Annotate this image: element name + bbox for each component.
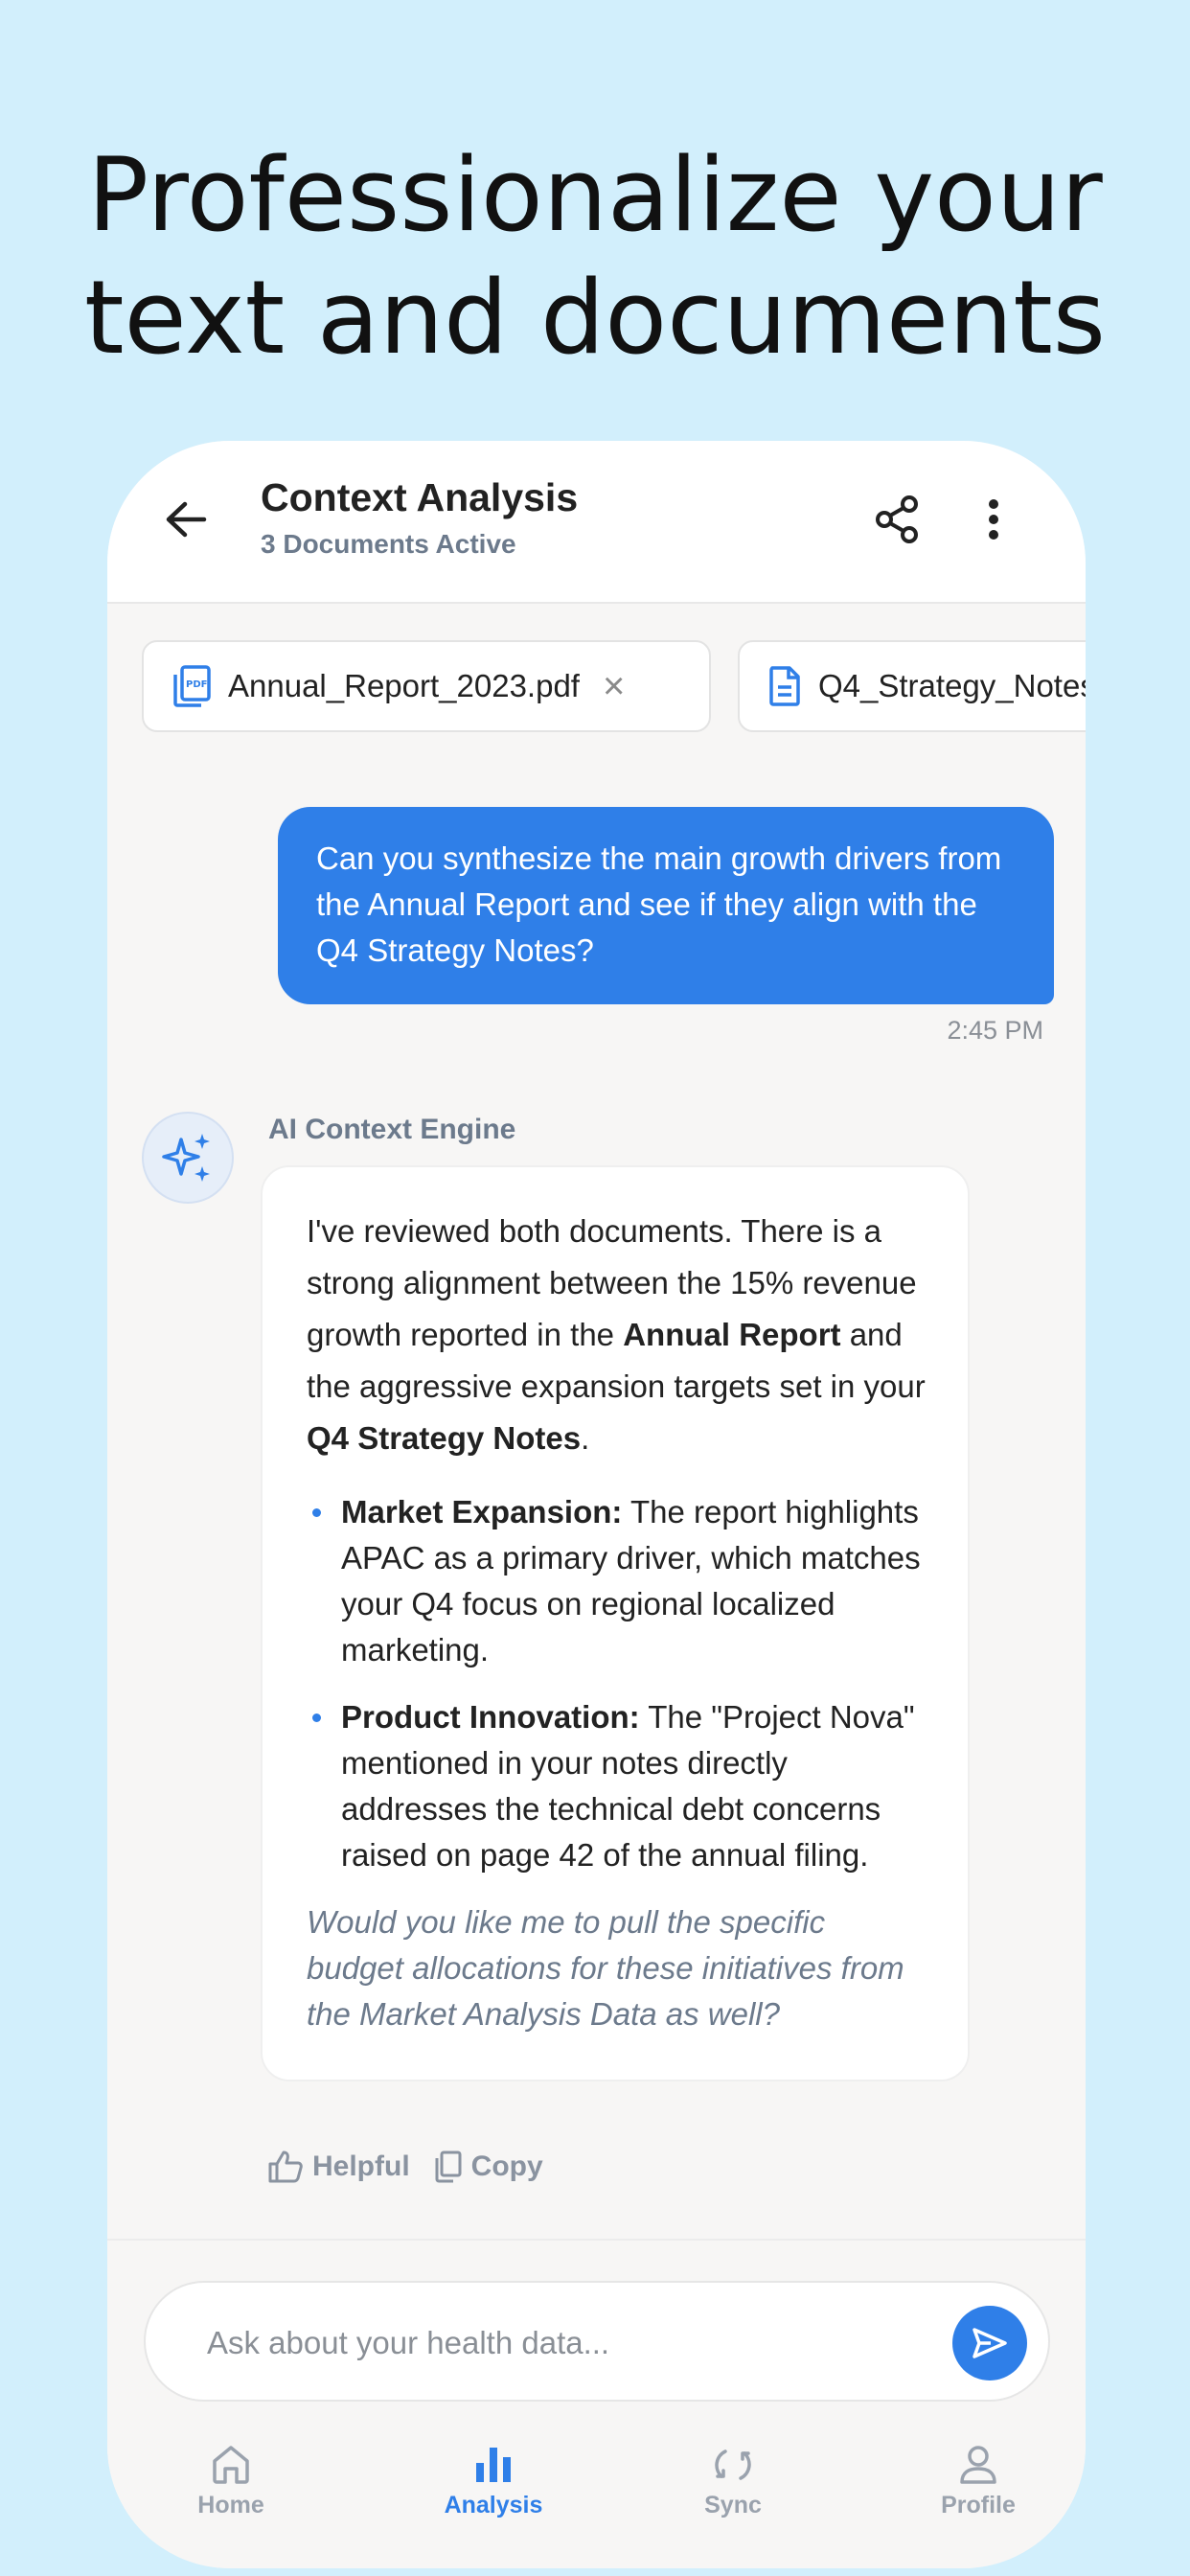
ai-followup-question: Would you like me to pull the specific b… bbox=[307, 1904, 904, 2032]
headline-line-2: text and documents bbox=[83, 259, 1107, 377]
arrow-left-icon bbox=[166, 501, 207, 538]
intro-bold-text: Q4 Strategy Notes bbox=[307, 1420, 582, 1456]
nav-label: Sync bbox=[704, 2492, 762, 2518]
list-item: Market Expansion: The report highlights … bbox=[307, 1489, 926, 1673]
document-chips-row[interactable]: PDF Annual_Report_2023.pdf × Q4_Strategy… bbox=[107, 604, 1086, 771]
nav-item-analysis[interactable]: Analysis bbox=[407, 2438, 580, 2519]
nav-label: Analysis bbox=[444, 2492, 543, 2518]
thumbs-up-icon bbox=[268, 2150, 303, 2183]
bullet-title: Product Innovation: bbox=[341, 1699, 640, 1735]
copy-label: Copy bbox=[470, 2150, 543, 2182]
intro-text: . bbox=[581, 1420, 590, 1456]
sparkles-icon bbox=[162, 1134, 210, 1182]
helpful-label: Helpful bbox=[312, 2150, 410, 2182]
nav-item-profile[interactable]: Profile bbox=[892, 2438, 1064, 2519]
more-options-button[interactable] bbox=[970, 487, 1018, 552]
nav-item-sync[interactable]: Sync bbox=[647, 2438, 819, 2519]
user-icon bbox=[960, 2446, 996, 2484]
document-chip[interactable]: Q4_Strategy_Notes bbox=[738, 640, 1086, 732]
document-chip-label: Q4_Strategy_Notes bbox=[818, 668, 1086, 703]
copy-button[interactable]: Copy bbox=[433, 2150, 543, 2183]
ai-sender-name: AI Context Engine bbox=[268, 1114, 516, 1145]
promo-headline: Professionalize your text and documents bbox=[0, 134, 1190, 380]
bullet-title: Market Expansion: bbox=[341, 1494, 623, 1530]
ai-message-actions: Helpful Copy bbox=[268, 2150, 543, 2183]
copy-icon bbox=[435, 2150, 462, 2183]
phone-screen: Context Analysis 3 Documents Active PDF … bbox=[107, 441, 1086, 2568]
composer bbox=[144, 2281, 1050, 2402]
share-icon bbox=[876, 495, 918, 543]
nav-item-home[interactable]: Home bbox=[145, 2438, 317, 2519]
nav-label: Home bbox=[197, 2492, 264, 2518]
intro-bold-text: Annual Report bbox=[623, 1317, 841, 1352]
share-button[interactable] bbox=[864, 487, 929, 552]
helpful-button[interactable]: Helpful bbox=[268, 2150, 410, 2183]
send-icon bbox=[973, 2328, 1007, 2358]
headline-line-1: Professionalize your bbox=[87, 136, 1103, 254]
send-button[interactable] bbox=[952, 2306, 1027, 2380]
ai-message-card: I've reviewed both documents. There is a… bbox=[261, 1165, 970, 2082]
more-vertical-icon bbox=[989, 499, 998, 540]
document-icon bbox=[769, 666, 800, 706]
message-timestamp: 2:45 PM bbox=[947, 1016, 1043, 1045]
app-bar: Context Analysis 3 Documents Active bbox=[107, 441, 1086, 604]
back-button[interactable] bbox=[155, 489, 217, 550]
page-title: Context Analysis bbox=[261, 475, 579, 519]
document-chip-label: Annual_Report_2023.pdf bbox=[228, 668, 580, 703]
ai-avatar bbox=[142, 1112, 234, 1204]
svg-text:PDF: PDF bbox=[186, 679, 207, 690]
nav-label: Profile bbox=[941, 2492, 1016, 2518]
list-item: Product Innovation: The "Project Nova" m… bbox=[307, 1694, 926, 1878]
page-subtitle: 3 Documents Active bbox=[261, 529, 516, 559]
message-input[interactable] bbox=[207, 2312, 897, 2375]
sync-icon bbox=[715, 2450, 751, 2480]
home-icon bbox=[213, 2446, 249, 2484]
composer-area bbox=[107, 2239, 1086, 2411]
pdf-file-icon: PDF bbox=[173, 665, 211, 707]
close-icon[interactable]: × bbox=[603, 667, 625, 705]
bar-chart-icon bbox=[476, 2448, 511, 2482]
user-message-bubble: Can you synthesize the main growth drive… bbox=[278, 807, 1054, 1004]
ai-bullet-list: Market Expansion: The report highlights … bbox=[307, 1489, 926, 1878]
ai-message-intro: I've reviewed both documents. There is a… bbox=[307, 1206, 926, 1464]
bottom-navigation: Home Analysis Sync Profile bbox=[107, 2419, 1086, 2568]
document-chip[interactable]: PDF Annual_Report_2023.pdf × bbox=[142, 640, 711, 732]
